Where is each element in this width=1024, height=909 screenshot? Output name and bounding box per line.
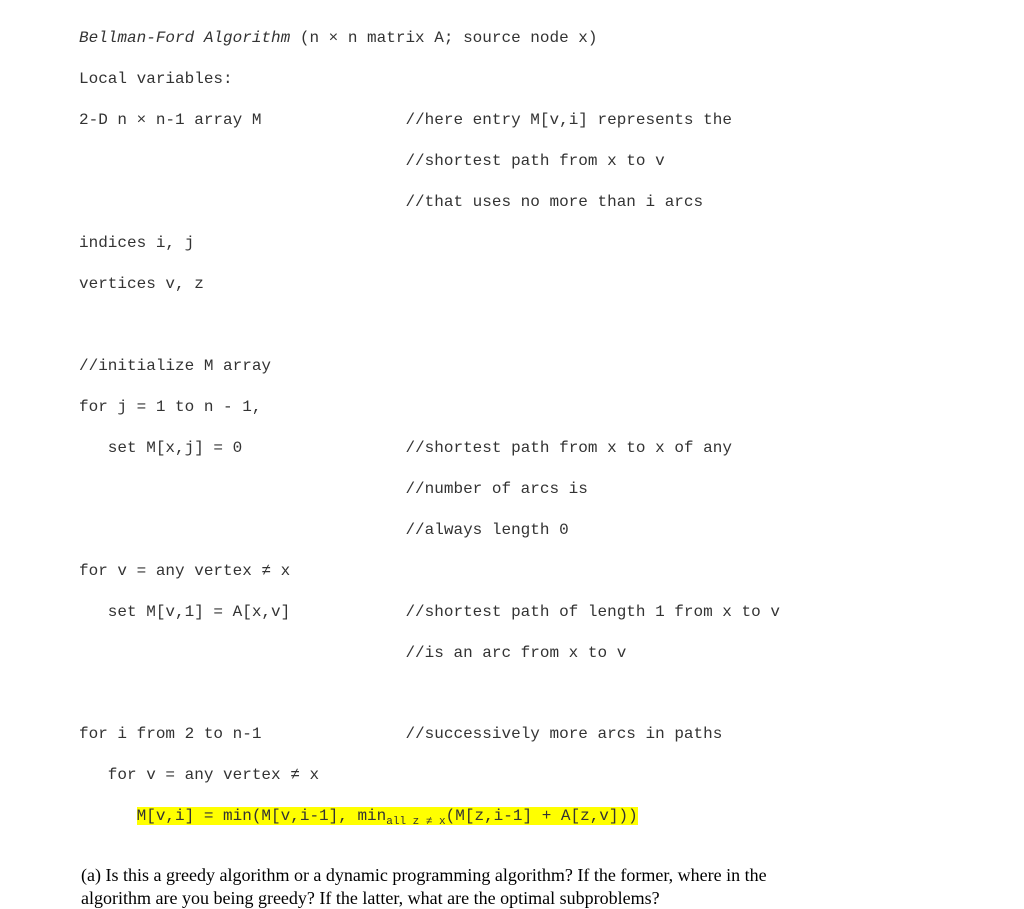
blank-line <box>79 315 1024 335</box>
code-line: set M[x,j] = 0 //shortest path from x to… <box>79 438 1024 458</box>
algorithm-block: Bellman-Ford Algorithm (n × n matrix A; … <box>79 8 1024 850</box>
highlighted-recurrence: M[v,i] = min(M[v,i-1], minall z ≠ x(M[z,… <box>137 807 638 825</box>
code-line: //that uses no more than i arcs <box>79 192 1024 212</box>
code-comment: //here entry M[v,i] represents the <box>405 111 731 129</box>
algorithm-signature: (n × n matrix A; source node x) <box>290 29 597 47</box>
subscript: all z ≠ x <box>386 816 445 828</box>
code-line: Bellman-Ford Algorithm (n × n matrix A; … <box>79 28 1024 48</box>
code-line: for j = 1 to n - 1, <box>79 397 1024 417</box>
code-line: for v = any vertex ≠ x <box>79 561 1024 581</box>
code-line: Local variables: <box>79 69 1024 89</box>
code-comment: //number of arcs is <box>405 480 587 498</box>
question-block: (a) Is this a greedy algorithm or a dyna… <box>79 864 1024 909</box>
code-line: for i from 2 to n-1 //successively more … <box>79 724 1024 744</box>
code-line: //shortest path from x to v <box>79 151 1024 171</box>
code-line: //always length 0 <box>79 520 1024 540</box>
code-line: for v = any vertex ≠ x <box>79 765 1024 785</box>
question-label: (a) <box>81 865 101 885</box>
code-comment: //that uses no more than i arcs <box>405 193 703 211</box>
code-line: M[v,i] = min(M[v,i-1], minall z ≠ x(M[z,… <box>79 806 1024 829</box>
code-comment: //shortest path from x to v <box>405 152 664 170</box>
code-line: set M[v,1] = A[x,v] //shortest path of l… <box>79 602 1024 622</box>
code-comment: //shortest path from x to x of any <box>405 439 731 457</box>
code-comment: //shortest path of length 1 from x to v <box>405 603 779 621</box>
code-comment: //successively more arcs in paths <box>405 725 722 743</box>
blank-line <box>79 683 1024 703</box>
code-line: vertices v, z <box>79 274 1024 294</box>
code-comment: //always length 0 <box>405 521 568 539</box>
code-line: //number of arcs is <box>79 479 1024 499</box>
code-comment: //is an arc from x to v <box>405 644 626 662</box>
algorithm-title: Bellman-Ford Algorithm <box>79 29 290 47</box>
code-line: //is an arc from x to v <box>79 643 1024 663</box>
code-comment: //initialize M array <box>79 356 1024 376</box>
code-line: 2-D n × n-1 array M //here entry M[v,i] … <box>79 110 1024 130</box>
question-text: Is this a greedy algorithm or a dynamic … <box>101 865 767 885</box>
code-line: indices i, j <box>79 233 1024 253</box>
question-text: algorithm are you being greedy? If the l… <box>81 888 660 908</box>
